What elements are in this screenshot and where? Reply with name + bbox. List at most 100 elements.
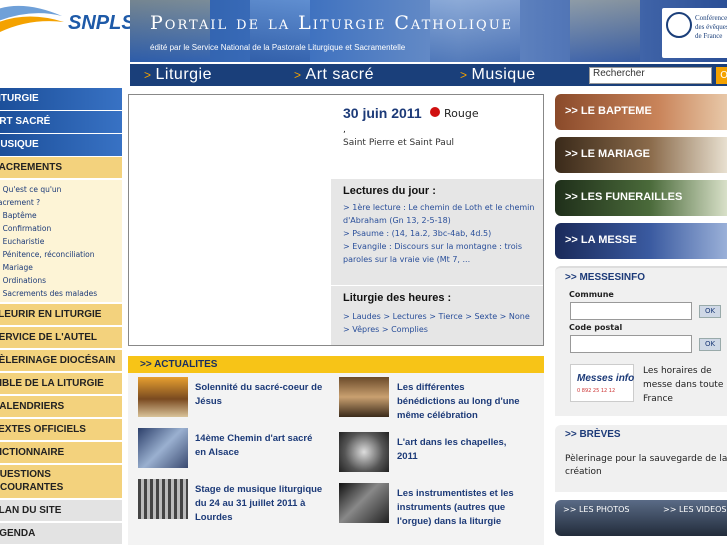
submenu-item[interactable]: > Sacrements des malades [0,287,122,300]
topnav-item-musique[interactable]: > Musique [460,66,536,84]
news-link[interactable]: Les instrumentistes et les instruments (… [397,487,537,529]
reading-link[interactable]: d'Abraham (Gn 13, 2-5-18) [343,214,451,227]
topnav-label: Musique [471,66,536,83]
reading-link[interactable]: > 1ère lecture : Le chemin de Loth et le… [343,201,534,214]
bishops-logo-text: Conférence des évêques de France [695,14,727,40]
topnav-label: Art sacré [305,66,375,83]
hours-links[interactable]: > Vêpres > Complies [343,323,428,336]
banner-label: >> LE MARIAGE [565,148,650,160]
day-date[interactable]: 30 juin 2011 [343,105,422,121]
banner-label: >> LA MESSE [565,234,637,246]
liturgical-color-name: Rouge [444,107,479,120]
news-link[interactable]: Solennité du sacré-coeur de Jésus [195,381,335,409]
topnav-item-liturgie[interactable]: > Liturgie [144,66,212,84]
site-subtitle: édité par le Service National de la Past… [150,43,406,52]
reading-link[interactable]: > Evangile : Discours sur la montagne : … [343,240,522,253]
photos-link[interactable]: >> LES PHOTOS [563,505,629,514]
day-image [129,95,331,345]
postal-code-ok-button[interactable]: OK [699,338,721,351]
news-link[interactable]: L'art dans les chapelles, 2011 [397,436,537,464]
sidebar-item-sacrements[interactable]: SACREMENTS [0,157,122,179]
logo-text: SNPLS [68,12,135,34]
news-link[interactable]: Stage de musique liturgique du 24 au 31 … [195,483,335,525]
news-thumbnail[interactable] [138,479,188,519]
sidebar-item-pelerinage[interactable]: PÈLERINAGE DIOCÉSAIN [0,350,122,372]
breves-heading[interactable]: >> BRÈVES [565,429,621,440]
liturgical-color-dot-icon [430,107,440,117]
search-input[interactable]: Rechercher [589,67,712,84]
sacrements-submenu: > Qu'est ce qu'un sacrement ? > Baptême … [0,180,122,302]
news-thumbnail[interactable] [138,377,188,417]
breves-item[interactable]: Pèlerinage pour la sauvegarde de la créa… [565,453,727,479]
day-comma: , [343,125,346,135]
submenu-item[interactable]: > Pénitence, réconciliation [0,248,122,261]
topnav-label: Liturgie [155,66,212,83]
news-link[interactable]: Les différentes bénédictions au long d'u… [397,381,537,423]
messesinfo-panel: >> MESSESINFO Commune OK Code postal OK … [555,266,727,416]
hours-links[interactable]: > Laudes > Lectures > Tierce > Sexte > N… [343,310,530,323]
banner-label: >> LE BAPTEME [565,105,652,117]
arrow-icon: > [460,68,468,82]
search-button[interactable]: O [716,67,727,84]
header-banner: Portail de la Liturgie Catholique édité … [130,0,727,62]
commune-input[interactable] [570,302,692,320]
top-navigation: > Liturgie > Art sacré > Musique Rechercher… [130,64,727,86]
sidebar-item-questions[interactable]: QUESTIONS COURANTES [0,465,122,499]
readings-section: Lectures du jour : > 1ère lecture : Le c… [331,179,543,285]
sidebar-item-calendriers[interactable]: CALENDRIERS [0,396,122,418]
banner-bapteme[interactable]: >> LE BAPTEME [555,94,727,130]
submenu-item[interactable]: sacrement ? [0,196,122,209]
reading-link[interactable]: > Psaume : (14, 1a.2, 3bc-4ab, 4d.5) [343,227,491,240]
news-thumbnail[interactable] [138,428,188,468]
submenu-item[interactable]: > Qu'est ce qu'un [0,183,122,196]
postal-code-input[interactable] [570,335,692,353]
commune-ok-button[interactable]: OK [699,305,721,318]
sidebar-item-art-sacre[interactable]: ART SACRÉ [0,111,122,133]
left-sidebar: LITURGIE ART SACRÉ MUSIQUE SACREMENTS > … [0,88,122,545]
sidebar-item-agenda[interactable]: AGENDA [0,523,122,545]
news-link[interactable]: 14ème Chemin d'art sacré en Alsace [195,432,335,460]
messesinfo-phone: 0 892 25 12 12 [577,388,616,394]
sidebar-item-dictionnaire[interactable]: DICTIONNAIRE [0,442,122,464]
arrow-icon: > [144,68,152,82]
banner-messe[interactable]: >> LA MESSE [555,223,727,259]
hours-section: Liturgie des heures : > Laudes > Lecture… [331,285,543,345]
commune-label: Commune [569,290,614,299]
banner-funerailles[interactable]: >> LES FUNERAILLES [555,180,727,216]
sidebar-item-liturgie[interactable]: LITURGIE [0,88,122,110]
news-thumbnail[interactable] [339,483,389,523]
sidebar-item-musique[interactable]: MUSIQUE [0,134,122,156]
sidebar-item-service-autel[interactable]: SERVICE DE L'AUTEL [0,327,122,349]
site-title: Portail de la Liturgie Catholique [150,12,514,34]
news-thumbnail[interactable] [339,432,389,472]
sidebar-item-bible[interactable]: BIBLE DE LA LITURGIE [0,373,122,395]
submenu-item[interactable]: > Baptême [0,209,122,222]
messesinfo-logo[interactable]: Messes info 0 892 25 12 12 [570,364,634,402]
actualites-list: Solennité du sacré-coeur de Jésus 14ème … [128,373,544,545]
reading-link[interactable]: paroles sur la vraie vie (Mt 7, ... [343,253,470,266]
bishops-seal-icon [666,12,692,38]
readings-title: Lectures du jour : [343,185,436,197]
banner-label: >> LES FUNERAILLES [565,191,683,203]
submenu-item[interactable]: > Ordinations [0,274,122,287]
banner-mariage[interactable]: >> LE MARIAGE [555,137,727,173]
actualites-heading[interactable]: >> ACTUALITES [128,356,544,373]
news-thumbnail[interactable] [339,377,389,417]
videos-link[interactable]: >> LES VIDEOS [663,505,727,514]
sidebar-item-plan-du-site[interactable]: PLAN DU SITE [0,500,122,522]
breves-panel: >> BRÈVES Pèlerinage pour la sauvegarde … [555,425,727,492]
bishops-conference-logo[interactable]: Conférence des évêques de France [662,8,727,58]
submenu-item[interactable]: > Confirmation [0,222,122,235]
liturgical-day-panel: 30 juin 2011 Rouge , Saint Pierre et Sai… [128,94,544,346]
messesinfo-text: Les horaires de messe dans toute la Fran… [643,366,727,404]
site-logo[interactable]: SNPLS [0,0,135,62]
media-bar: >> LES PHOTOS >> LES VIDEOS [555,500,727,536]
topnav-item-art-sacre[interactable]: > Art sacré [294,66,374,84]
submenu-item[interactable]: > Eucharistie [0,235,122,248]
messesinfo-heading[interactable]: >> MESSESINFO [565,272,645,283]
submenu-item[interactable]: > Mariage [0,261,122,274]
arrow-icon: > [294,68,302,82]
sidebar-item-textes-officiels[interactable]: TEXTES OFFICIELS [0,419,122,441]
postal-code-label: Code postal [569,323,623,332]
sidebar-item-fleurir[interactable]: FLEURIR EN LITURGIE [0,304,122,326]
